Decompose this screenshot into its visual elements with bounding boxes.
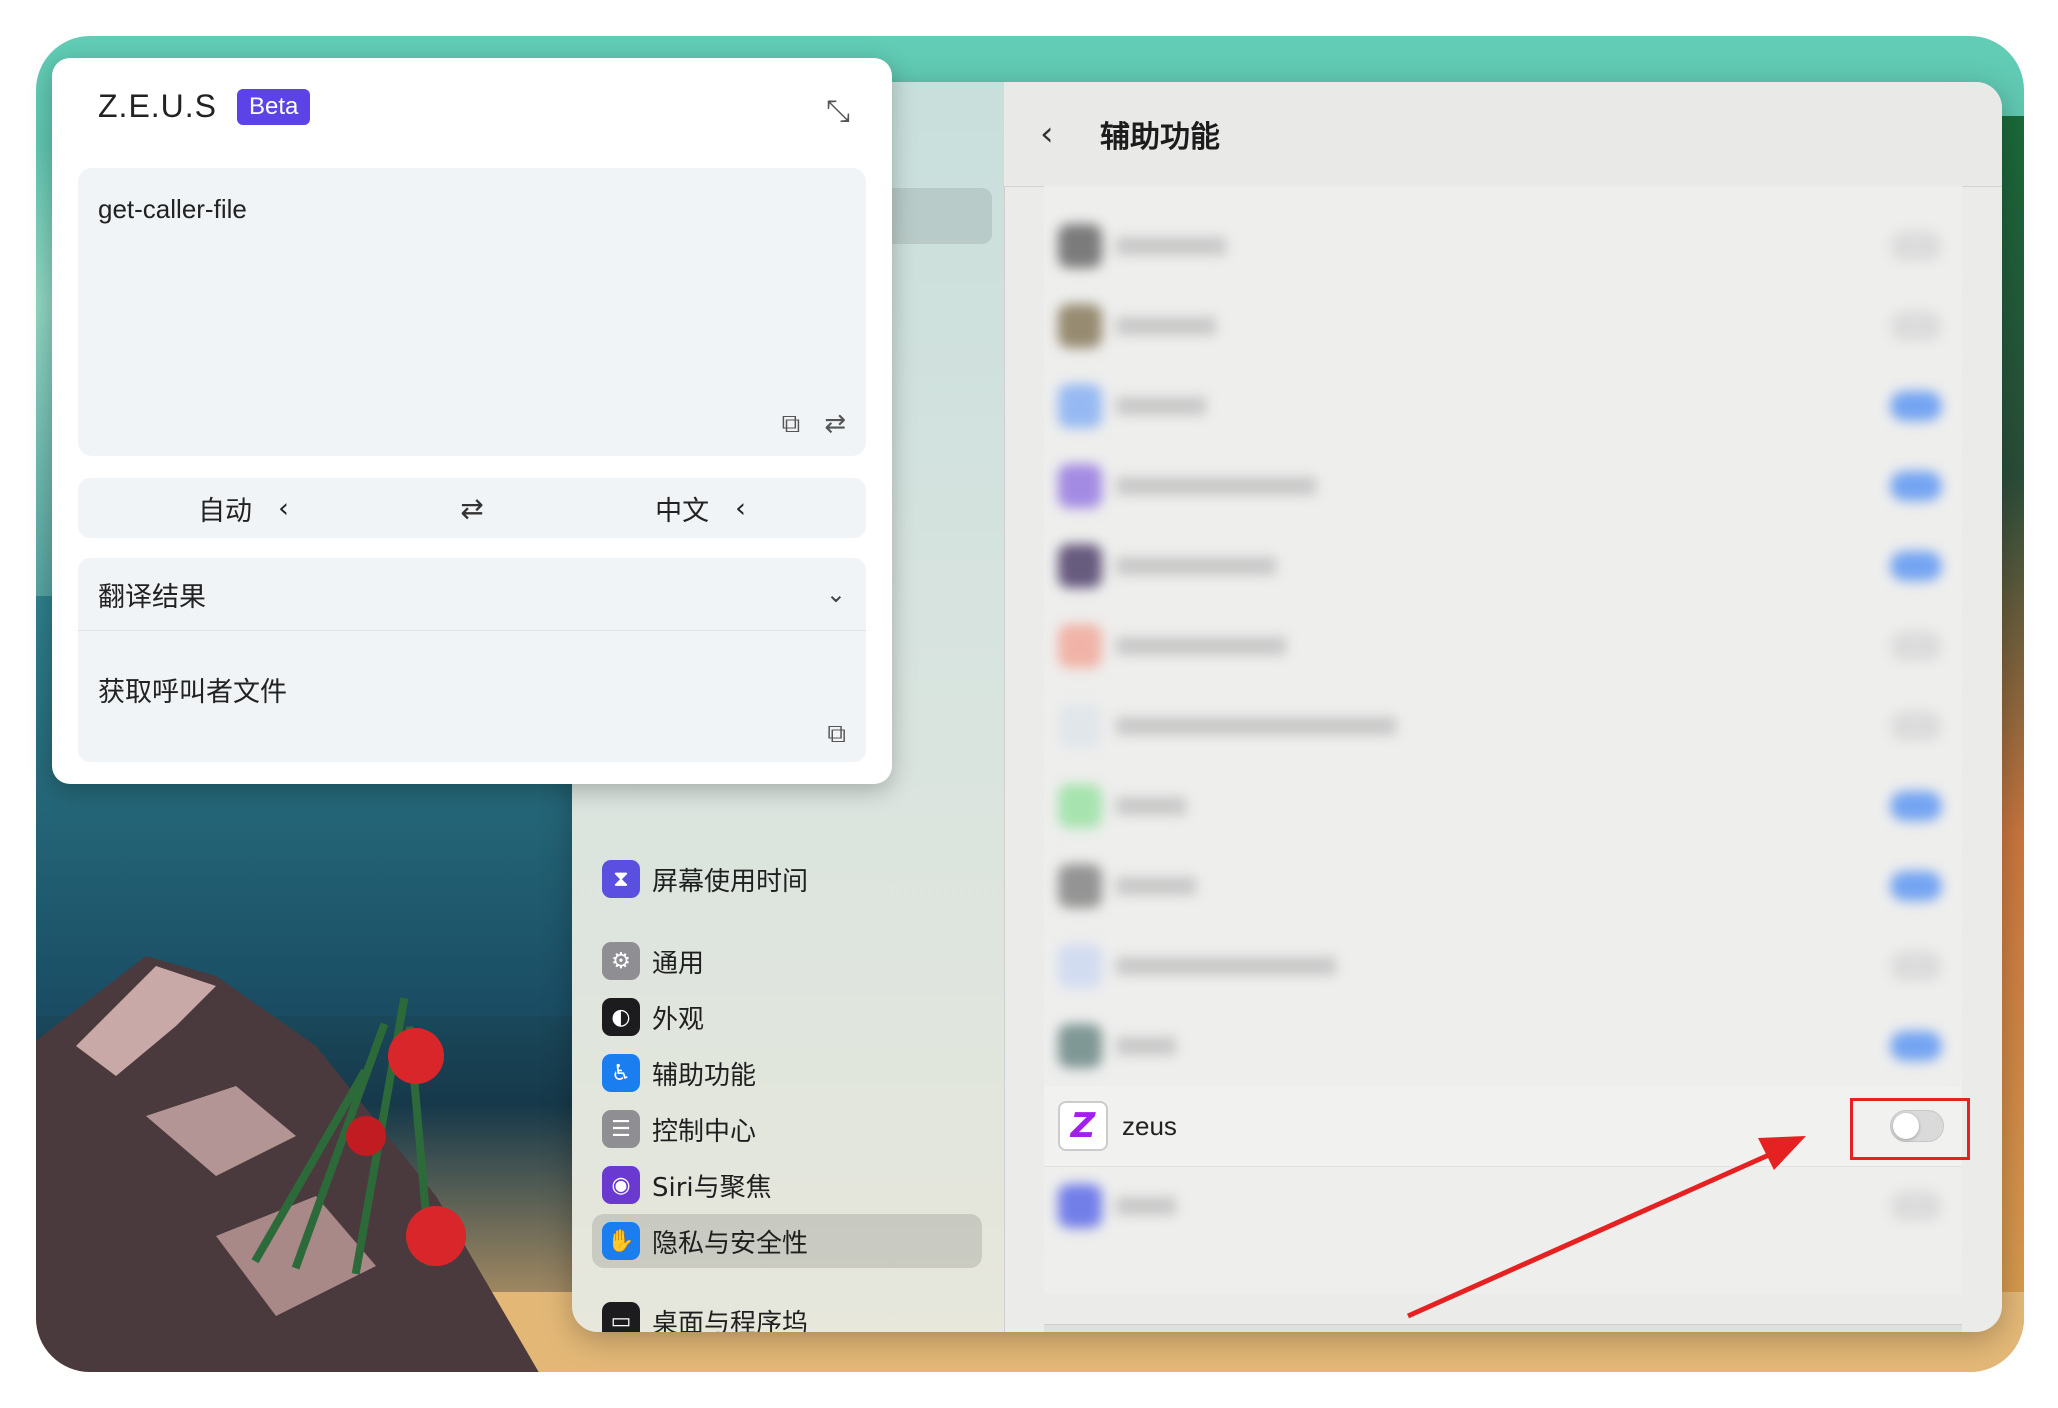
sidebar-item[interactable]: ◉ Siri与聚焦: [592, 1158, 982, 1212]
app-name: zeus: [1122, 1110, 1177, 1141]
control-center-icon: ☰: [602, 1110, 640, 1148]
translation-result-card: 翻译结果 ⌄ 获取呼叫者文件 ⧉: [78, 558, 866, 762]
toggle-switch[interactable]: [1890, 1191, 1942, 1221]
siri-icon: ◉: [602, 1166, 640, 1204]
list-item-zeus[interactable]: Z zeus: [1044, 1086, 1962, 1167]
list-footer: + −: [1044, 1324, 1962, 1332]
target-language-select[interactable]: 中文 ‹: [535, 489, 866, 528]
list-item-blurred[interactable]: [1044, 606, 1962, 687]
toggle-switch[interactable]: [1890, 951, 1942, 981]
toggle-switch[interactable]: [1890, 631, 1942, 661]
list-item-blurred[interactable]: [1044, 366, 1962, 447]
dock-icon: ▭: [602, 1302, 640, 1332]
toggle-switch[interactable]: [1890, 791, 1942, 821]
sidebar-item-label: 外观: [652, 1004, 705, 1035]
sidebar-item-label: 辅助功能: [652, 1060, 757, 1091]
source-text-area[interactable]: get-caller-file ⧉ ⇄: [78, 168, 866, 456]
swap-icon[interactable]: ⇄: [409, 492, 535, 525]
sidebar-item[interactable]: ▭ 桌面与程序坞: [592, 1294, 982, 1332]
gear-icon: ⚙: [602, 942, 640, 980]
accessibility-app-list: Z zeus + −: [1044, 186, 1962, 1332]
list-item-blurred[interactable]: [1044, 1006, 1962, 1087]
hourglass-icon: ⧗: [602, 860, 640, 898]
chevron-left-icon: ‹: [735, 492, 746, 524]
sidebar-item-label: 隐私与安全性: [652, 1228, 809, 1259]
source-language-label: 自动: [198, 495, 253, 527]
list-item-blurred[interactable]: [1044, 526, 1962, 607]
list-item-blurred[interactable]: [1044, 846, 1962, 927]
copy-icon[interactable]: ⧉: [782, 409, 801, 440]
sidebar-item[interactable]: ⚙ 通用: [592, 934, 982, 988]
sidebar-item[interactable]: ◐ 外观: [592, 990, 982, 1044]
toggle-switch[interactable]: [1890, 871, 1942, 901]
list-item-blurred[interactable]: [1044, 766, 1962, 847]
wallpaper-rock: [36, 956, 539, 1372]
annotation-highlight-box: [1850, 1098, 1970, 1160]
toggle-switch[interactable]: [1890, 1031, 1942, 1061]
page-title: 辅助功能: [1100, 120, 1220, 155]
panel-header: Z.E.U.S Beta: [98, 88, 311, 125]
main-header: ‹ 辅助功能: [1004, 82, 2002, 187]
list-item-blurred[interactable]: [1044, 446, 1962, 527]
chevron-down-icon[interactable]: ⌄: [826, 580, 846, 608]
source-language-select[interactable]: 自动 ‹: [78, 489, 409, 528]
target-language-label: 中文: [655, 495, 710, 527]
language-selector-bar: 自动 ‹ ⇄ 中文 ‹: [78, 478, 866, 538]
result-header[interactable]: 翻译结果 ⌄: [78, 558, 866, 631]
zeus-translator-panel: Z.E.U.S Beta ⤡ get-caller-file ⧉ ⇄ 自动 ‹ …: [52, 58, 892, 784]
toggle-switch[interactable]: [1890, 711, 1942, 741]
app-title: Z.E.U.S: [98, 88, 218, 124]
toggle-switch[interactable]: [1890, 471, 1942, 501]
hand-icon: ✋: [602, 1222, 640, 1260]
sidebar-item-label: 通用: [652, 948, 705, 979]
sidebar-item-label: 控制中心: [652, 1116, 757, 1147]
chevron-left-icon: ‹: [278, 492, 289, 524]
beta-badge: Beta: [237, 88, 311, 125]
sidebar-item[interactable]: ⧗ 屏幕使用时间: [592, 852, 982, 906]
toggle-switch[interactable]: [1890, 311, 1942, 341]
collapse-icon[interactable]: ⤡: [826, 94, 850, 129]
copy-icon[interactable]: ⧉: [827, 719, 846, 750]
remove-button[interactable]: −: [1106, 1331, 1140, 1333]
sidebar-item[interactable]: ♿ 辅助功能: [592, 1046, 982, 1100]
list-item-blurred[interactable]: [1044, 286, 1962, 367]
sidebar-item[interactable]: ✋ 隐私与安全性: [592, 1214, 982, 1268]
toggle-switch[interactable]: [1890, 391, 1942, 421]
sidebar-item-label: 屏幕使用时间: [652, 866, 809, 897]
list-item-blurred[interactable]: [1044, 1166, 1962, 1247]
back-button[interactable]: ‹: [1040, 114, 1080, 154]
zeus-app-icon: Z: [1058, 1101, 1108, 1151]
add-button[interactable]: +: [1058, 1331, 1092, 1333]
source-text: get-caller-file: [98, 194, 247, 224]
sidebar-item-label: Siri与聚焦: [652, 1172, 772, 1203]
toggle-switch[interactable]: [1890, 231, 1942, 261]
accessibility-icon: ♿: [602, 1054, 640, 1092]
toggle-switch[interactable]: [1890, 551, 1942, 581]
list-item-blurred[interactable]: [1044, 926, 1962, 1007]
list-item-blurred[interactable]: [1044, 686, 1962, 767]
result-label: 翻译结果: [98, 581, 206, 613]
sidebar-item[interactable]: ☰ 控制中心: [592, 1102, 982, 1156]
list-item-blurred[interactable]: [1044, 206, 1962, 287]
translate-icon[interactable]: ⇄: [824, 409, 846, 440]
sidebar-item-label: 桌面与程序坞: [652, 1308, 809, 1333]
result-text: 获取呼叫者文件: [98, 677, 287, 708]
appearance-icon: ◐: [602, 998, 640, 1036]
